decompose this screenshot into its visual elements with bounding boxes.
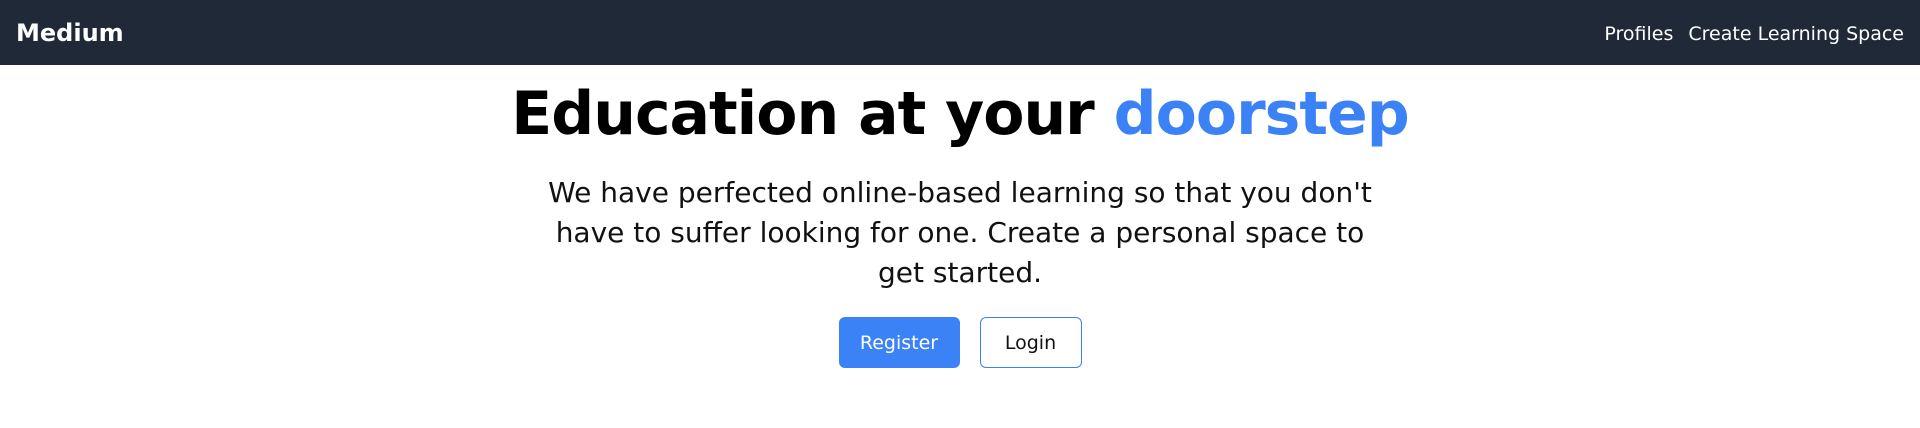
brand-logo-link[interactable]: Medium: [16, 18, 124, 48]
nav-link-profiles[interactable]: Profiles: [1604, 21, 1673, 47]
nav-links: Profiles Create Learning Space: [1604, 21, 1904, 47]
top-navbar: Medium Profiles Create Learning Space: [0, 0, 1920, 65]
register-button[interactable]: Register: [838, 317, 960, 368]
hero-title-main: Education at your: [511, 79, 1114, 149]
hero-actions: Register Login: [0, 317, 1920, 368]
hero-section: Education at your doorstep We have perfe…: [0, 65, 1920, 368]
login-button[interactable]: Login: [979, 317, 1082, 368]
hero-title-accent: doorstep: [1113, 79, 1410, 149]
nav-link-create-learning-space[interactable]: Create Learning Space: [1688, 21, 1904, 47]
hero-description: We have perfected online-based learning …: [548, 176, 1372, 289]
hero-title: Education at your doorstep: [0, 83, 1920, 145]
